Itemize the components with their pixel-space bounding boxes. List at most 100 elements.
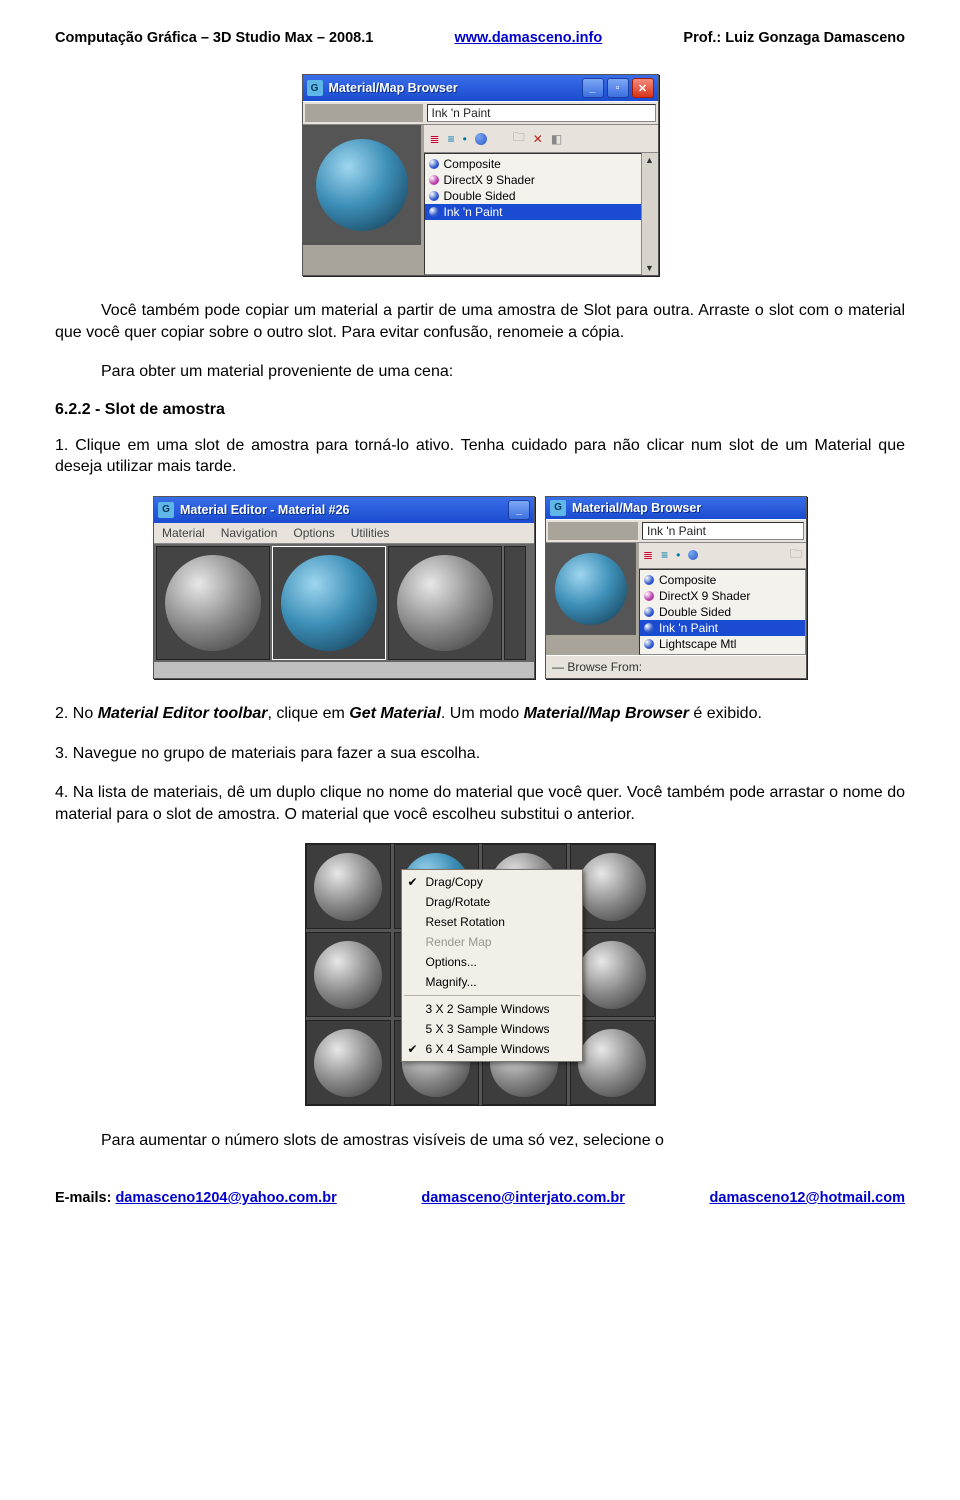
list-item[interactable]: Composite [640,572,805,588]
menu-item-drag-rotate[interactable]: Drag/Rotate [402,892,582,912]
list-item[interactable]: Double Sided [640,604,805,620]
maximize-button[interactable]: ▫ [607,78,629,98]
material-dot-icon [429,159,439,169]
material-dot-icon [644,639,654,649]
figure-material-map-browser-small: G Material/Map Browser _ ▫ ✕ Ink 'n Pain… [55,74,905,276]
term-material-editor-toolbar: Material Editor toolbar [98,705,268,722]
sphere-view-icon[interactable] [688,550,698,560]
minimize-button[interactable]: _ [582,78,604,98]
footer-email-link[interactable]: damasceno@interjato.com.br [421,1190,625,1206]
clear-icon[interactable]: ◧ [551,132,562,146]
list-item-label: DirectX 9 Shader [659,589,750,603]
paragraph: 2. No Material Editor toolbar, clique em… [55,703,905,725]
menu-item[interactable]: Navigation [221,526,278,540]
footer-email-link[interactable]: damasceno1204@yahoo.com.br [115,1190,336,1206]
sample-sphere-icon [165,555,261,651]
list-item-label: Lightscape Mtl [659,637,736,651]
window-title: Material/Map Browser [329,81,576,95]
term-get-material: Get Material [349,705,441,722]
tool-icon[interactable]: 🗀 [790,545,802,566]
material-name-field[interactable]: Ink 'n Paint [427,104,656,122]
list-item[interactable]: DirectX 9 Shader [425,172,641,188]
app-icon: G [550,500,566,516]
header-link[interactable]: www.damasceno.info [455,30,603,46]
sample-sphere-icon [314,941,382,1009]
menu-bar[interactable]: Material Navigation Options Utilities [154,523,534,544]
sphere-view-icon[interactable] [475,133,487,145]
window-titlebar[interactable]: G Material Editor - Material #26 _ [154,497,534,523]
sample-slot[interactable] [156,546,270,660]
view-thumbs-icon[interactable]: ≡ [661,548,668,562]
footer-email-link[interactable]: damasceno12@hotmail.com [710,1190,905,1206]
list-item-label: Double Sided [659,605,731,619]
paragraph: 1. Clique em uma slot de amostra para to… [55,435,905,478]
menu-item[interactable]: Options [293,526,334,540]
sample-slot[interactable] [306,844,391,929]
material-preview [546,543,636,635]
bullet-icon[interactable]: • [463,132,467,146]
paragraph: Você também pode copiar um material a pa… [55,300,905,343]
check-icon: ✔ [408,1042,418,1056]
sample-slot[interactable] [306,932,391,1017]
sample-slot-row [154,544,534,662]
list-item[interactable]: Composite [425,156,641,172]
sample-slot[interactable] [306,1020,391,1105]
list-item-label: Double Sided [444,189,516,203]
menu-separator [404,995,580,996]
sample-slot-partial[interactable] [504,546,526,660]
list-item-label: Ink 'n Paint [444,205,503,219]
sample-sphere-icon [314,853,382,921]
sample-sphere-icon [578,1029,646,1097]
footer-label: E-mails: [55,1190,111,1206]
material-dot-icon [644,591,654,601]
view-list-icon[interactable]: ≣ [643,548,653,562]
page-footer: E-mails: damasceno1204@yahoo.com.br dama… [0,1190,960,1226]
list-item[interactable]: Ink 'n Paint [640,620,805,636]
window-title: Material Editor - Material #26 [180,503,502,517]
menu-item-6x4[interactable]: ✔6 X 4 Sample Windows [402,1039,582,1059]
scroll-up-icon[interactable]: ▲ [645,155,654,165]
menu-item-drag-copy[interactable]: ✔Drag/Copy [402,872,582,892]
minimize-button[interactable]: _ [508,500,530,520]
list-item[interactable]: Double Sided [425,188,641,204]
preview-sphere-icon [316,139,408,231]
sample-sphere-icon [578,941,646,1009]
menu-item-options[interactable]: Options... [402,952,582,972]
close-button[interactable]: ✕ [632,78,654,98]
menu-item-5x3[interactable]: 5 X 3 Sample Windows [402,1019,582,1039]
list-item[interactable]: Ink 'n Paint [425,204,641,220]
list-item[interactable]: Lightscape Mtl [640,636,805,652]
material-dot-icon [429,207,439,217]
window-titlebar[interactable]: G Material/Map Browser _ ▫ ✕ [303,75,658,101]
menu-item-magnify[interactable]: Magnify... [402,972,582,992]
bullet-icon[interactable]: • [676,548,680,562]
sample-slot[interactable] [388,546,502,660]
paragraph: Para aumentar o número slots de amostras… [55,1130,905,1152]
material-dot-icon [644,575,654,585]
menu-item-reset-rotation[interactable]: Reset Rotation [402,912,582,932]
delete-icon[interactable]: ✕ [533,132,543,146]
tool-icon[interactable]: 🗀 [513,128,525,149]
menu-item[interactable]: Material [162,526,205,540]
figure-context-menu: ✔Drag/Copy Drag/Rotate Reset Rotation Re… [55,843,905,1106]
material-dot-icon [429,175,439,185]
sample-slot[interactable] [272,546,386,660]
browser-toolbar: ≣ ≡ • 🗀 [639,543,806,569]
view-thumbs-icon[interactable]: ≡ [448,132,455,146]
list-item[interactable]: DirectX 9 Shader [640,588,805,604]
material-dot-icon [644,607,654,617]
material-dot-icon [644,623,654,633]
window-titlebar[interactable]: G Material/Map Browser [546,497,806,519]
menu-item-3x2[interactable]: 3 X 2 Sample Windows [402,999,582,1019]
menu-item[interactable]: Utilities [351,526,390,540]
browse-from-label: — Browse From: [546,655,806,678]
context-menu[interactable]: ✔Drag/Copy Drag/Rotate Reset Rotation Re… [401,869,583,1062]
scrollbar[interactable]: ▲▼ [642,153,658,275]
scroll-down-icon[interactable]: ▼ [645,263,654,273]
view-list-icon[interactable]: ≣ [430,132,440,146]
header-right: Prof.: Luiz Gonzaga Damasceno [683,30,905,46]
material-list[interactable]: CompositeDirectX 9 ShaderDouble Sided Ink… [424,153,642,275]
material-name-field[interactable]: Ink 'n Paint [642,522,804,540]
list-item-label: Ink 'n Paint [659,621,718,635]
material-list[interactable]: CompositeDirectX 9 Shader Double Sided Ink… [639,569,806,655]
